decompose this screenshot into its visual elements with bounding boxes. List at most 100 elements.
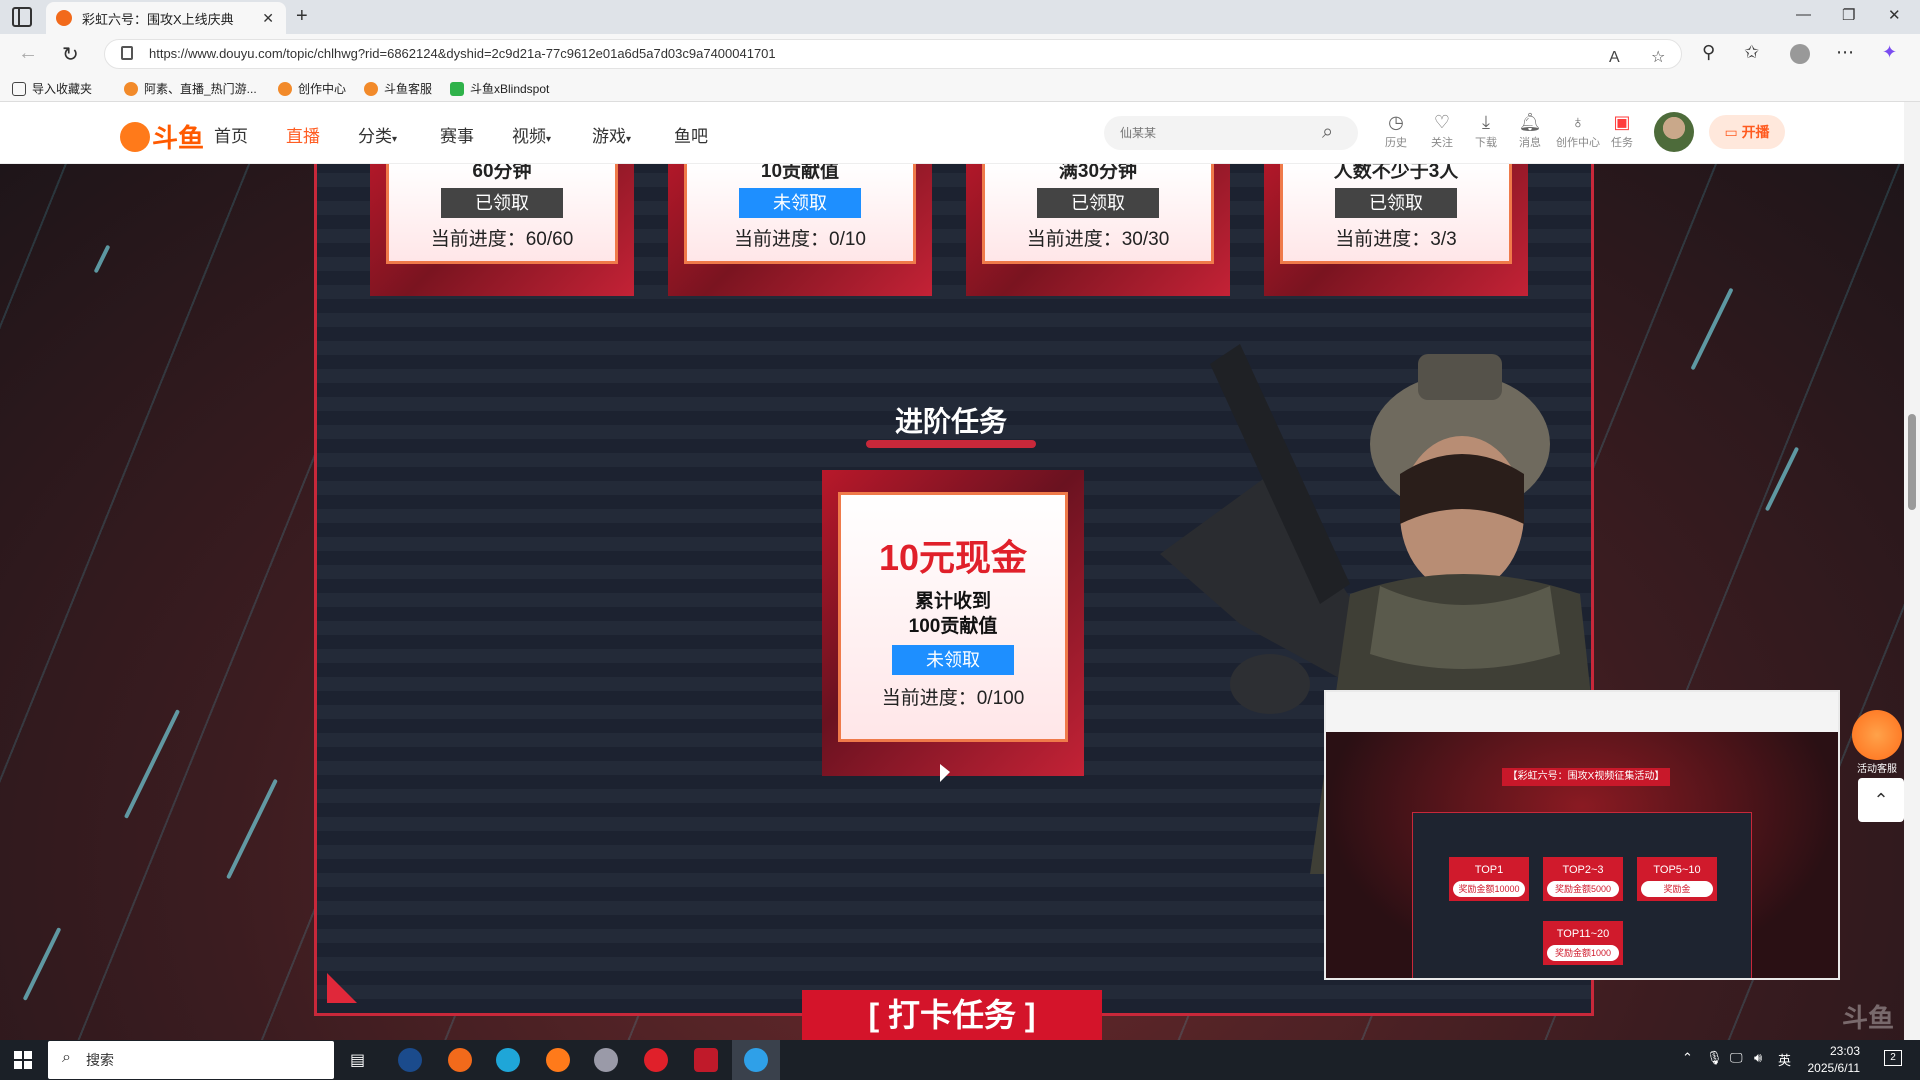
- avatar[interactable]: [1654, 112, 1694, 152]
- network-icon[interactable]: 🖵︎: [1730, 1050, 1743, 1066]
- header-follow[interactable]: ♡ 关注: [1424, 112, 1460, 150]
- firefox-icon[interactable]: [546, 1048, 570, 1072]
- mini-browser-bar: [1326, 692, 1838, 732]
- bulb-icon: ♁: [1571, 112, 1585, 132]
- service-chat-icon[interactable]: [1852, 710, 1902, 760]
- header-download[interactable]: ⤓ 下载: [1468, 112, 1504, 150]
- mini-ranking-panel: TOP1 奖励金额10000 TOP2~3 奖励金额5000 TOP5~10 奖励金 …: [1412, 812, 1752, 978]
- windows-taskbar: 搜索 ⌕ ▤ ⌃ 🎙︎ 🖵︎ 🔊︎ 英 23:03 2025/6/11 2: [0, 1040, 1920, 1080]
- decor-streak: [1690, 287, 1734, 371]
- decor-streak: [1764, 446, 1800, 512]
- decor-streak: [123, 709, 181, 819]
- back-to-top-button[interactable]: ⌃: [1858, 778, 1904, 822]
- task-progress: 当前进度：3/3: [1335, 229, 1457, 250]
- volume-icon[interactable]: 🔊︎: [1754, 1050, 1762, 1066]
- nav-video[interactable]: 视频▾: [512, 122, 551, 147]
- windows-start-icon[interactable]: [14, 1051, 32, 1069]
- game-launcher-icon[interactable]: [694, 1048, 718, 1072]
- header-messages[interactable]: 🔔︎ 消息: [1512, 112, 1548, 150]
- close-window-icon[interactable]: ✕: [1888, 6, 1901, 24]
- header-tasks[interactable]: ▣ 任务: [1604, 112, 1640, 150]
- mini-rank-card: TOP2~3 奖励金额5000: [1543, 857, 1623, 901]
- scrollbar-thumb[interactable]: [1908, 414, 1916, 510]
- minimize-icon[interactable]: —: [1796, 6, 1811, 23]
- app-icon[interactable]: [496, 1048, 520, 1072]
- task-card: 满30分钟 已领取 当前进度：30/30: [966, 164, 1230, 296]
- claimed-button[interactable]: 已领取: [1037, 188, 1159, 218]
- more-icon[interactable]: ⋯: [1836, 42, 1854, 63]
- nav-home[interactable]: 首页: [214, 122, 248, 147]
- claimed-button[interactable]: 已领取: [441, 188, 563, 218]
- claim-button[interactable]: 未领取: [892, 645, 1014, 675]
- nav-events[interactable]: 赛事: [440, 122, 474, 147]
- tab-actions-icon[interactable]: [12, 7, 32, 27]
- profile-icon[interactable]: [1790, 44, 1810, 64]
- task-progress: 当前进度：60/60: [430, 229, 574, 250]
- mini-rank-card: TOP5~10 奖励金: [1637, 857, 1717, 901]
- microphone-icon[interactable]: 🎙︎: [1706, 1050, 1723, 1066]
- restore-icon[interactable]: ❐: [1842, 6, 1855, 24]
- steam-icon[interactable]: [398, 1048, 422, 1072]
- notification-icon[interactable]: 2: [1884, 1050, 1902, 1066]
- bookmark-service[interactable]: 斗鱼客服: [364, 80, 432, 97]
- reward-amount: 10元现金: [878, 537, 1028, 578]
- nav-games[interactable]: 游戏▾: [592, 122, 631, 147]
- task-title: 满30分钟: [1058, 164, 1138, 182]
- favorites-icon[interactable]: ✩: [1744, 42, 1759, 63]
- obs-icon[interactable]: [594, 1048, 618, 1072]
- copilot-icon[interactable]: ✦: [1882, 42, 1897, 63]
- mini-rank-card: TOP11~20 奖励金额1000: [1543, 921, 1623, 965]
- bookmarks-bar: 导入收藏夹 阿素、直播_热门游... 创作中心 斗鱼客服 斗鱼xBlindspo…: [0, 74, 1920, 102]
- douyu-logo[interactable]: 斗鱼: [120, 118, 204, 155]
- service-label: 活动客服: [1857, 764, 1897, 775]
- browser-tab-active[interactable]: 彩虹六号：围攻X上线庆典 ✕: [46, 2, 286, 34]
- douyu-app-icon[interactable]: [448, 1048, 472, 1072]
- site-search-input[interactable]: [1104, 116, 1358, 150]
- douyu-icon: [124, 81, 138, 96]
- new-tab-icon[interactable]: +: [296, 5, 308, 28]
- bookmark-blindspot[interactable]: 斗鱼xBlindspot: [450, 80, 549, 97]
- read-aloud-icon[interactable]: A: [1609, 44, 1620, 72]
- browser-tab-bar: 彩虹六号：围攻X上线庆典 ✕ + — ❐ ✕: [0, 0, 1920, 34]
- claimed-button[interactable]: 已领取: [1335, 188, 1457, 218]
- bookmark-import[interactable]: 导入收藏夹: [12, 80, 92, 97]
- blindspot-icon: [450, 81, 464, 96]
- back-icon[interactable]: ←: [18, 42, 38, 65]
- taskbar-search-box[interactable]: 搜索: [48, 1041, 334, 1079]
- decor-streak: [22, 927, 62, 1001]
- gift-icon: ▣: [1613, 112, 1631, 132]
- task-card: 10贡献值 未领取 当前进度：0/10: [668, 164, 932, 296]
- edge-icon[interactable]: [744, 1048, 768, 1072]
- header-history[interactable]: ◷ 历史: [1378, 112, 1414, 150]
- go-live-button[interactable]: ▭ 开播: [1709, 115, 1785, 149]
- nav-live[interactable]: 直播: [286, 122, 320, 147]
- advanced-section-title: 进阶任务: [866, 400, 1036, 448]
- header-creator[interactable]: ♁ 创作中心: [1556, 112, 1600, 150]
- favorite-star-icon[interactable]: ☆: [1651, 44, 1665, 72]
- claim-button[interactable]: 未领取: [739, 188, 861, 218]
- nav-category[interactable]: 分类▾: [358, 122, 397, 147]
- taskbar-clock[interactable]: 23:03 2025/6/11: [1800, 1043, 1861, 1077]
- task-view-icon[interactable]: ▤: [350, 1050, 365, 1070]
- extensions-icon[interactable]: ⚲: [1702, 42, 1715, 63]
- bookmark-douyu-hot[interactable]: 阿素、直播_热门游...: [124, 80, 257, 97]
- search-icon[interactable]: ⌕: [1322, 121, 1333, 144]
- url-field[interactable]: https://www.douyu.com/topic/chlhwg?rid=6…: [104, 39, 1682, 69]
- ime-indicator[interactable]: 英: [1778, 1050, 1791, 1069]
- mini-event-title: 【彩虹六号：围攻X视频征集活动】: [1502, 768, 1670, 786]
- mini-rank-card: TOP1 奖励金额10000: [1449, 857, 1529, 901]
- decor-streak: [93, 244, 111, 274]
- close-tab-icon[interactable]: ✕: [262, 10, 274, 27]
- page-scrollbar[interactable]: [1904, 102, 1920, 1040]
- douyu-icon: [278, 81, 292, 96]
- netease-music-icon[interactable]: [644, 1048, 668, 1072]
- refresh-icon[interactable]: ↻: [62, 42, 79, 67]
- nav-yuba[interactable]: 鱼吧: [674, 122, 708, 147]
- task-progress: 当前进度：0/10: [734, 229, 866, 250]
- tray-expand-icon[interactable]: ⌃: [1682, 1050, 1693, 1066]
- task-title: 人数不少于3人: [1333, 164, 1459, 182]
- picture-in-picture-preview[interactable]: 【彩虹六号：围攻X视频征集活动】 TOP1 奖励金额10000 TOP2~3 奖励金…: [1324, 690, 1840, 980]
- bookmark-creator[interactable]: 创作中心: [278, 80, 346, 97]
- import-icon: [12, 81, 26, 96]
- activity-page-content[interactable]: 60分钟 已领取 当前进度：60/60 10贡献值 未领取 当前进度：0/10 …: [0, 164, 1904, 1040]
